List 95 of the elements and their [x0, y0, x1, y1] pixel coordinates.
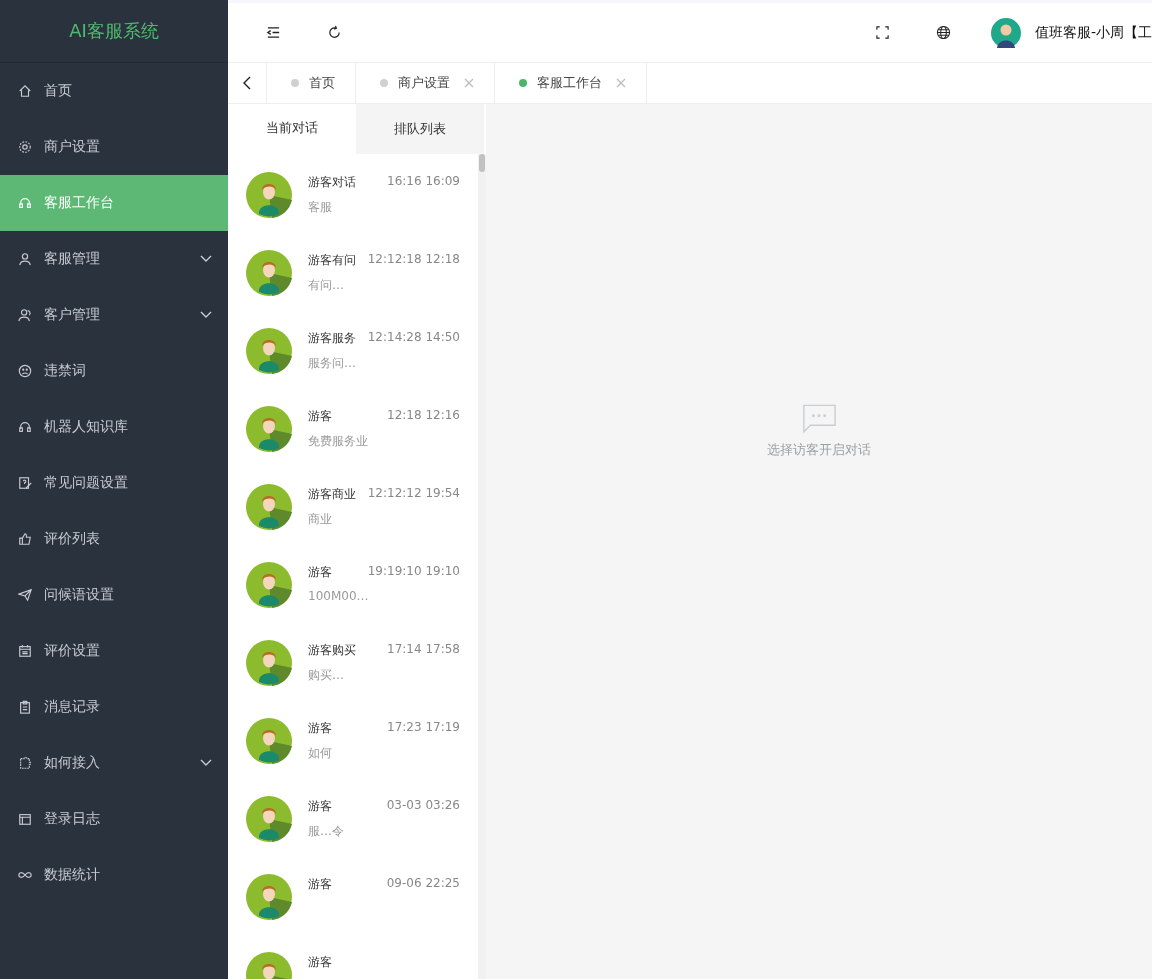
message-preview: 服…令 [308, 823, 345, 840]
sidebar-item[interactable]: 消息记录 [0, 679, 228, 735]
conversation-item[interactable]: 游客购买 17:14 17:58 购买… [228, 622, 478, 700]
message-preview: 免费服务业 [308, 433, 369, 450]
menu-fold-icon[interactable] [266, 25, 281, 40]
headset-icon [18, 420, 32, 434]
message-time: 03-03 03:26 [386, 798, 460, 814]
visitor-name: 游客 [308, 876, 332, 893]
visitor-name: 游客 [308, 798, 332, 815]
fullscreen-icon[interactable] [874, 25, 890, 40]
sidebar-item[interactable]: 如何接入 [0, 735, 228, 791]
avatar-icon [246, 718, 292, 764]
message-time: 19:19:10 19:10 [367, 564, 460, 580]
chevron-down-icon[interactable] [200, 759, 212, 767]
thumbs-up-icon [18, 532, 32, 546]
conversation-item[interactable]: 游客 19:19:10 19:10 100M00… [228, 544, 478, 622]
message-preview: 100M00… [308, 589, 370, 603]
paper-plane-icon [18, 588, 32, 602]
message-time: 09-06 22:25 [386, 876, 460, 892]
visitor-name: 游客对话 [308, 174, 356, 191]
visitor-name: 游客 [308, 564, 332, 581]
avatar-icon [246, 250, 292, 296]
sidebar-item[interactable]: 客户管理 [0, 287, 228, 343]
conversation-item[interactable]: 游客 12:18 12:16 免费服务业 [228, 388, 478, 466]
message-time: 12:12:12 19:54 [367, 486, 460, 502]
visitor-name: 游客有问 [308, 252, 356, 269]
page-tab[interactable]: 首页 [267, 63, 356, 103]
message-preview: 商业 [308, 511, 333, 528]
visitor-name: 游客购买 [308, 642, 356, 659]
message-preview: 购买… [308, 667, 345, 684]
globe-icon[interactable] [935, 25, 951, 40]
sidebar-item[interactable]: 数据统计 [0, 847, 228, 903]
chevron-down-icon[interactable] [200, 255, 212, 263]
clipboard-icon [18, 700, 32, 714]
message-time: 16:16 16:09 [387, 174, 460, 190]
window-icon [18, 812, 32, 826]
help-icon [18, 476, 32, 490]
avatar-icon [246, 796, 292, 842]
avatar-icon [246, 172, 292, 218]
sidebar-item[interactable]: 问候语设置 [0, 567, 228, 623]
avatar-icon [246, 406, 292, 452]
conversation-item[interactable]: 游客 03-03 03:26 服…令 [228, 778, 478, 856]
message-preview: 服务问… [308, 355, 357, 372]
refresh-icon[interactable] [327, 25, 342, 40]
home-icon [18, 84, 32, 98]
visitor-name: 游客服务 [308, 330, 356, 347]
sidebar-item[interactable]: 登录日志 [0, 791, 228, 847]
conversation-item[interactable]: 游客商业 12:12:12 19:54 商业 [228, 466, 478, 544]
sidebar-item[interactable]: 机器人知识库 [0, 399, 228, 455]
conversation-item[interactable]: 游客服务 12:14:28 14:50 服务问… [228, 310, 478, 388]
sidebar-item[interactable]: 常见问题设置 [0, 455, 228, 511]
message-time: 12:14:28 14:50 [367, 330, 460, 346]
sidebar-item[interactable]: 客服管理 [0, 231, 228, 287]
visitor-name: 游客 [308, 720, 332, 737]
chevron-left-icon [243, 76, 251, 90]
headset-icon [18, 196, 32, 210]
sidebar-item[interactable]: 商户设置 [0, 119, 228, 175]
user-icon [18, 252, 32, 266]
conversation-item[interactable]: 游客对话 16:16 16:09 客服 [228, 154, 478, 232]
sad-face-icon [18, 364, 32, 378]
sidebar-item[interactable]: 违禁词 [0, 343, 228, 399]
conversation-item[interactable]: 游客 09-06 22:25 [228, 856, 478, 934]
empty-state-text: 选择访客开启对话 [767, 441, 871, 459]
message-time: 12:12:18 12:18 [367, 252, 460, 268]
user-name[interactable]: 值班客服-小周【工 [1034, 23, 1152, 42]
visitor-name: 游客商业 [308, 486, 356, 503]
avatar-icon [246, 328, 292, 374]
chevron-down-icon[interactable] [200, 311, 212, 319]
calendar-icon [18, 644, 32, 658]
conversation-item[interactable]: 游客 [228, 934, 478, 979]
avatar-icon [246, 874, 292, 920]
visitor-name: 游客 [308, 954, 332, 971]
message-preview: 有问… [308, 277, 345, 294]
message-time: 12:18 12:16 [387, 408, 460, 424]
avatar-icon [246, 562, 292, 608]
sidebar-item[interactable]: 首页 [0, 63, 228, 119]
avatar-icon [246, 484, 292, 530]
sidebar-item[interactable]: 评价列表 [0, 511, 228, 567]
sidebar-item[interactable]: 评价设置 [0, 623, 228, 679]
message-time: 17:14 17:58 [387, 642, 460, 658]
app-logo: AI客服系统 [0, 0, 228, 63]
page-tab[interactable]: 商户设置 [356, 63, 495, 103]
gear-icon [18, 140, 32, 154]
users-icon [18, 308, 32, 322]
conversation-item[interactable]: 游客 17:23 17:19 如何 [228, 700, 478, 778]
visitor-name: 游客 [308, 408, 332, 425]
message-preview: 如何 [308, 745, 333, 762]
avatar-icon [246, 640, 292, 686]
chat-tab[interactable]: 排队列表 [356, 104, 484, 154]
chat-bubble-icon [802, 404, 836, 435]
page-tab[interactable]: 客服工作台 [495, 63, 647, 103]
message-preview: 客服 [308, 199, 333, 216]
conversation-item[interactable]: 游客有问 12:12:18 12:18 有问… [228, 232, 478, 310]
avatar-icon[interactable] [990, 17, 1021, 48]
message-time: 17:23 17:19 [387, 720, 460, 736]
